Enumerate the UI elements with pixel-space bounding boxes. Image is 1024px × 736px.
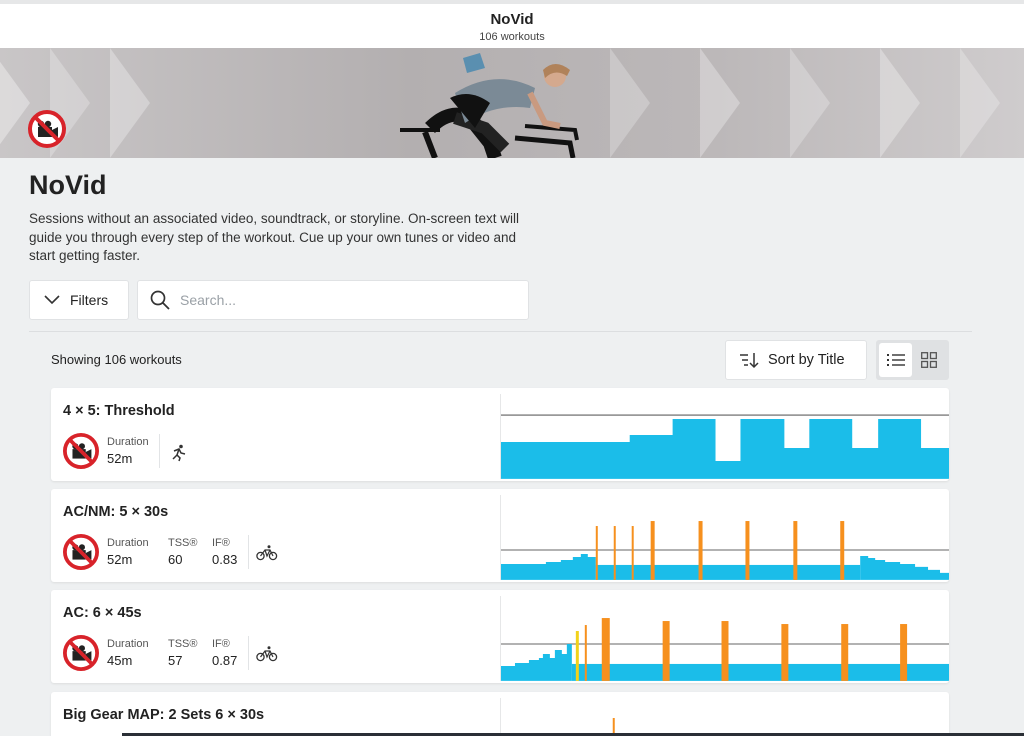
search-input[interactable]: [180, 292, 500, 308]
bike-icon: [256, 545, 278, 561]
cyclist-image: [400, 53, 579, 158]
page-description: Sessions without an associated video, so…: [29, 211, 519, 263]
filters-label: Filters: [70, 292, 109, 308]
divider: [29, 331, 972, 332]
list-icon: [886, 354, 905, 366]
filters-button[interactable]: Filters: [29, 280, 129, 320]
sort-button[interactable]: Sort by Title: [725, 340, 867, 380]
grid-icon: [920, 352, 937, 368]
top-bar-title: NoVid: [490, 11, 534, 28]
sort-icon: [740, 353, 759, 369]
results-count: Showing 106 workouts: [51, 352, 182, 367]
sort-label: Sort by Title: [768, 352, 845, 368]
duration-stat: Duration 45m: [107, 638, 149, 668]
tss-stat: TSS® 60: [168, 537, 198, 567]
novid-badge-icon: [63, 433, 99, 474]
workout-title: AC/NM: 5 × 30s: [63, 504, 169, 520]
workout-card[interactable]: Big Gear MAP: 2 Sets 6 × 30s: [51, 692, 949, 736]
divider: [248, 535, 249, 569]
novid-badge-icon: [28, 110, 66, 153]
run-icon: [172, 444, 186, 462]
grid-view-button[interactable]: [912, 343, 945, 377]
duration-stat: Duration 52m: [107, 436, 149, 466]
search-box[interactable]: [137, 280, 529, 320]
page-title: NoVid: [29, 170, 107, 200]
workout-profile-graph: [500, 596, 949, 681]
if-stat: IF® 0.83: [212, 537, 238, 567]
workout-card[interactable]: AC: 6 × 45s Duration 45m TSS® 57 IF® 0.8…: [51, 590, 949, 683]
workout-card[interactable]: 4 × 5: Threshold Duration 52m: [51, 388, 949, 481]
hero-banner: [0, 48, 1024, 158]
list-view-button[interactable]: [879, 343, 912, 377]
novid-badge-icon: [63, 635, 99, 676]
view-toggle: [876, 340, 949, 380]
top-bar: NoVid 106 workouts: [0, 0, 1024, 48]
workout-card[interactable]: AC/NM: 5 × 30s Duration 52m TSS® 60 IF® …: [51, 489, 949, 582]
workout-title: Big Gear MAP: 2 Sets 6 × 30s: [63, 707, 265, 723]
workout-title: 4 × 5: Threshold: [63, 403, 175, 419]
bike-icon: [256, 646, 278, 662]
chevron-down-icon: [44, 295, 60, 305]
novid-badge-icon: [63, 534, 99, 575]
workout-profile-graph: [500, 394, 949, 479]
duration-stat: Duration 52m: [107, 537, 149, 567]
if-stat: IF® 0.87: [212, 638, 238, 668]
tss-stat: TSS® 57: [168, 638, 198, 668]
workout-title: AC: 6 × 45s: [63, 605, 142, 621]
divider: [159, 434, 160, 468]
workout-profile-graph: [500, 495, 949, 580]
divider: [248, 636, 249, 670]
search-icon: [150, 290, 170, 310]
workout-profile-graph: [500, 698, 615, 736]
top-bar-subtitle: 106 workouts: [479, 31, 545, 43]
